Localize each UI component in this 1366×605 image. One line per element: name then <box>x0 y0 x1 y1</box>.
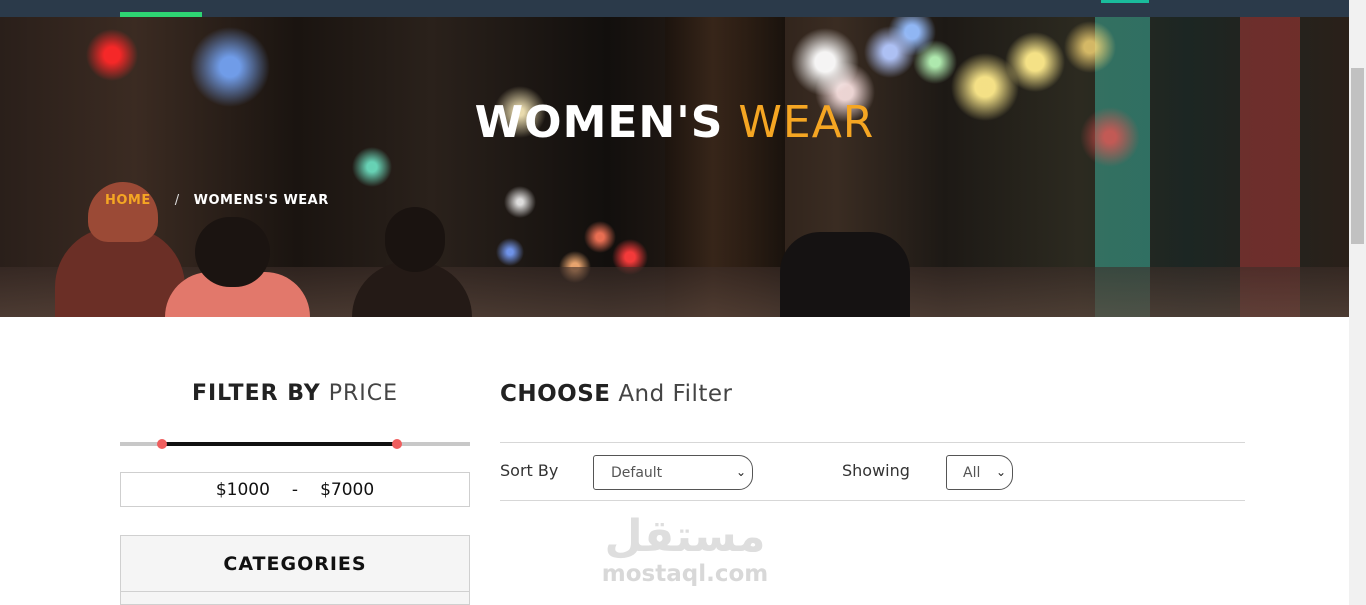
filter-title-bold: FILTER BY <box>191 381 321 406</box>
showing-label: Showing <box>842 461 910 480</box>
chevron-down-icon: ⌄ <box>995 465 1006 479</box>
slider-selected-range <box>162 442 397 446</box>
watermark-arabic: مستقل <box>604 511 766 562</box>
price-range-slider[interactable] <box>120 439 470 449</box>
hero-banner: WOMEN'S WEAR HOME / WOMENS'S WEAR <box>0 17 1349 317</box>
choose-title-light: And Filter <box>618 381 733 407</box>
slider-min-handle[interactable] <box>157 439 167 449</box>
chevron-down-icon: ⌄ <box>735 465 746 479</box>
hero-title-bold: WOMEN'S <box>474 97 724 148</box>
price-max: $7000 <box>320 479 375 500</box>
nav-right-indicator <box>1101 0 1149 3</box>
watermark-latin: mostaql.com <box>601 561 769 587</box>
price-separator: - <box>291 479 299 500</box>
scrollbar-thumb[interactable] <box>1351 68 1364 244</box>
breadcrumb: HOME / WOMENS'S WEAR <box>105 193 329 208</box>
showing-select[interactable]: All ⌄ <box>946 455 1013 490</box>
slider-max-handle[interactable] <box>391 439 402 449</box>
choose-title-bold: CHOOSE <box>500 381 611 407</box>
page-scrollbar[interactable] <box>1349 0 1366 605</box>
filter-title-light: PRICE <box>328 381 399 406</box>
choose-filter-title: CHOOSE And Filter <box>500 381 733 407</box>
sort-by-label: Sort By <box>500 461 559 480</box>
hero-bg-car <box>780 232 910 317</box>
filter-by-price-title: FILTER BY PRICE <box>120 381 470 406</box>
hero-bg-person-head <box>195 217 270 287</box>
sort-select[interactable]: Default ⌄ <box>593 455 753 490</box>
categories-panel: CATEGORIES <box>120 535 470 605</box>
hero-title-light: WEAR <box>738 97 875 148</box>
showing-select-value: All <box>963 464 981 481</box>
hero-bg-person-head <box>385 207 445 272</box>
price-min: $1000 <box>215 479 270 500</box>
breadcrumb-separator: / <box>174 193 180 208</box>
price-range-display: $1000 - $7000 <box>120 472 470 507</box>
breadcrumb-current: WOMENS'S WEAR <box>193 193 329 208</box>
hero-title: WOMEN'S WEAR <box>0 97 1349 148</box>
mostaql-watermark: مستقل mostaql.com <box>600 512 770 597</box>
top-navbar <box>0 0 1349 17</box>
sort-select-value: Default <box>611 464 663 481</box>
breadcrumb-home-link[interactable]: HOME <box>105 193 151 208</box>
filter-bar: Sort By Default ⌄ Showing All ⌄ <box>500 442 1245 501</box>
categories-title: CATEGORIES <box>121 536 469 592</box>
hero-bg-person-head <box>88 182 158 242</box>
